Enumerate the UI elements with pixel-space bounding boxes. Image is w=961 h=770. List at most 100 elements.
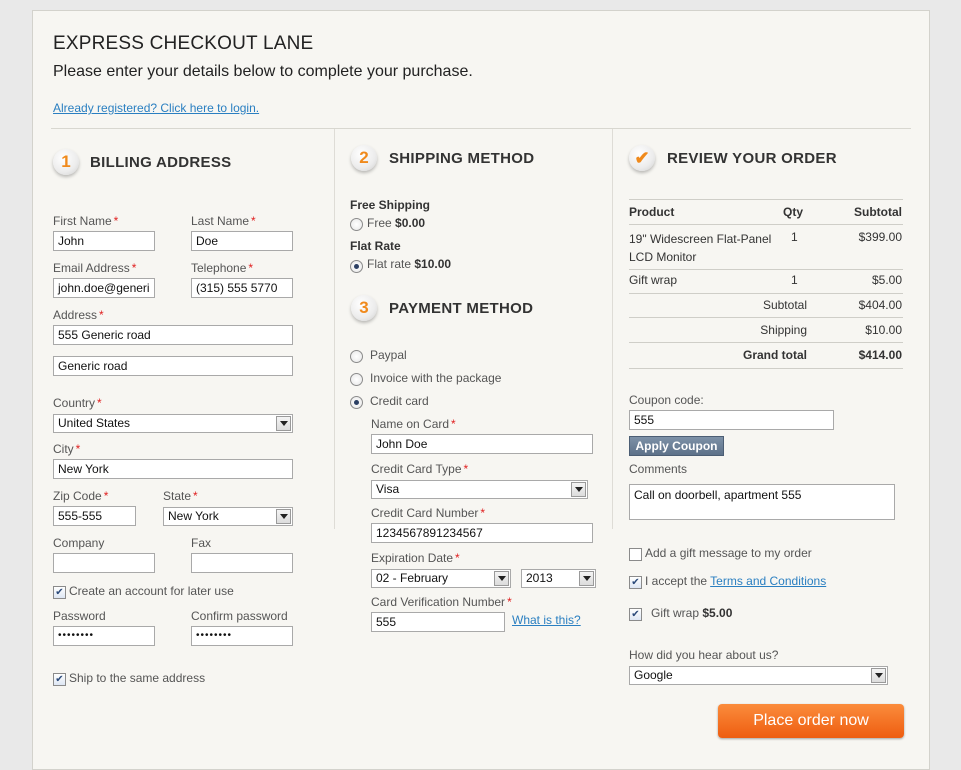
shipping-value: $10.00 — [865, 323, 902, 337]
hear-about-select[interactable]: Google — [629, 666, 888, 685]
cvn-label: Card Verification Number * — [371, 595, 512, 609]
email-field[interactable]: john.doe@generi — [53, 278, 155, 298]
address-line1-field[interactable]: 555 Generic road — [53, 325, 293, 345]
ship-same-checkbox[interactable]: ✔ — [53, 673, 66, 686]
shipping-label: Shipping — [760, 323, 807, 337]
name-on-card-field[interactable]: John Doe — [371, 434, 593, 454]
shipping-title: SHIPPING METHOD — [389, 150, 535, 167]
state-select[interactable]: New York — [163, 507, 293, 526]
row-divider — [629, 293, 903, 294]
confirm-password-label: Confirm password — [191, 609, 288, 623]
credit-card-option: Credit card — [370, 394, 429, 408]
first-name-field[interactable]: John — [53, 231, 155, 251]
check-icon: ✔ — [55, 673, 64, 685]
chevron-down-icon — [871, 668, 886, 683]
product-qty: 1 — [791, 230, 798, 244]
product-qty: 1 — [791, 273, 798, 287]
subtotal-label: Subtotal — [762, 298, 807, 312]
column-divider — [334, 129, 335, 529]
step-1-badge: 1 — [53, 149, 79, 175]
step-3-badge: 3 — [351, 295, 377, 321]
ship-same-label: Ship to the same address — [69, 671, 206, 685]
card-number-label: Credit Card Number * — [371, 506, 486, 520]
gift-message-label: Add a gift message to my order — [645, 546, 812, 560]
comments-field[interactable]: Call on doorbell, apartment 555 — [629, 484, 895, 520]
column-header-subtotal: Subtotal — [854, 205, 902, 219]
table-bottom-border — [629, 368, 903, 369]
chevron-down-icon — [579, 571, 594, 586]
free-shipping-option: Free $0.00 — [367, 216, 426, 230]
card-type-label: Credit Card Type * — [371, 462, 469, 476]
apply-coupon-button[interactable]: Apply Coupon — [629, 436, 724, 456]
invoice-radio[interactable] — [350, 373, 363, 386]
coupon-label: Coupon code: — [629, 393, 704, 407]
first-name-label: First Name * — [53, 214, 119, 228]
gift-wrap-label: Gift wrap $5.00 — [651, 606, 733, 620]
row-divider — [629, 317, 903, 318]
free-shipping-radio[interactable] — [350, 218, 363, 231]
column-divider — [612, 129, 613, 529]
page-title: EXPRESS CHECKOUT LANE — [53, 33, 314, 54]
accept-terms-checkbox[interactable]: ✔ — [629, 576, 642, 589]
invoice-option: Invoice with the package — [370, 371, 502, 385]
card-type-select[interactable]: Visa — [371, 480, 588, 499]
accept-terms-label: I accept the Terms and Conditions — [645, 574, 827, 588]
table-top-border — [629, 199, 903, 200]
checkmark-icon: ✔ — [629, 145, 655, 171]
country-select[interactable]: United States — [53, 414, 293, 433]
cvn-field[interactable]: 555 — [371, 612, 505, 632]
billing-title: BILLING ADDRESS — [90, 154, 232, 171]
telephone-label: Telephone * — [191, 261, 254, 275]
last-name-field[interactable]: Doe — [191, 231, 293, 251]
paypal-radio[interactable] — [350, 350, 363, 363]
checkout-panel: EXPRESS CHECKOUT LANE Please enter your … — [32, 10, 930, 770]
row-divider — [629, 269, 903, 270]
credit-card-radio[interactable] — [350, 396, 363, 409]
page-subtitle: Please enter your details below to compl… — [53, 63, 473, 80]
exp-year-select[interactable]: 2013 — [521, 569, 596, 588]
create-account-checkbox[interactable]: ✔ — [53, 586, 66, 599]
chevron-down-icon — [494, 571, 509, 586]
confirm-password-field[interactable]: •••••••• — [191, 626, 293, 646]
company-label: Company — [53, 536, 105, 550]
gift-wrap-checkbox[interactable]: ✔ — [629, 608, 642, 621]
zip-field[interactable]: 555-555 — [53, 506, 136, 526]
city-field[interactable]: New York — [53, 459, 293, 479]
last-name-label: Last Name * — [191, 214, 256, 228]
column-header-product: Product — [629, 205, 675, 219]
fax-field[interactable] — [191, 553, 293, 573]
flat-rate-option: Flat rate $10.00 — [367, 257, 452, 271]
telephone-field[interactable]: (315) 555 5770 — [191, 278, 293, 298]
grand-total-label: Grand total — [742, 348, 807, 362]
grand-total-value: $414.00 — [858, 348, 902, 362]
review-title: REVIEW YOUR ORDER — [667, 150, 837, 167]
exp-month-select[interactable]: 02 - February — [371, 569, 511, 588]
place-order-button[interactable]: Place order now — [718, 704, 904, 738]
product-name: 19" Widescreen Flat-Panel LCD Monitor — [629, 232, 772, 264]
terms-link[interactable]: Terms and Conditions — [710, 574, 826, 588]
email-label: Email Address * — [53, 261, 137, 275]
check-icon: ✔ — [631, 608, 640, 620]
gift-message-checkbox[interactable] — [629, 548, 642, 561]
chevron-down-icon — [276, 509, 291, 524]
password-field[interactable]: •••••••• — [53, 626, 155, 646]
check-icon: ✔ — [631, 576, 640, 588]
flat-rate-radio[interactable] — [350, 260, 363, 273]
coupon-field[interactable]: 555 — [629, 410, 834, 430]
state-label: State * — [163, 489, 198, 503]
login-link[interactable]: Already registered? Click here to login. — [53, 101, 259, 115]
hear-about-label: How did you hear about us? — [629, 648, 779, 662]
city-label: City * — [53, 442, 81, 456]
check-icon: ✔ — [55, 586, 64, 598]
country-label: Country * — [53, 396, 102, 410]
zip-label: Zip Code * — [53, 489, 109, 503]
card-number-field[interactable]: 1234567891234567 — [371, 523, 593, 543]
address-label: Address * — [53, 308, 104, 322]
product-subtotal: $5.00 — [871, 273, 902, 287]
what-is-this-link[interactable]: What is this? — [512, 613, 581, 627]
comments-label: Comments — [629, 462, 688, 476]
expiration-label: Expiration Date * — [371, 551, 460, 565]
paypal-option: Paypal — [370, 348, 407, 362]
company-field[interactable] — [53, 553, 155, 573]
address-line2-field[interactable]: Generic road — [53, 356, 293, 376]
